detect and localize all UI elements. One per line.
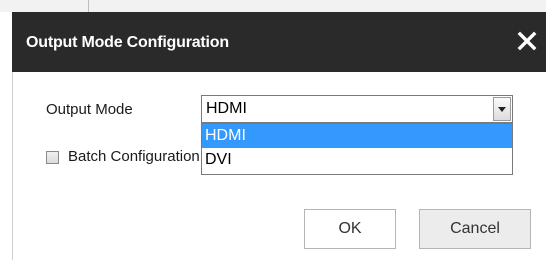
background-divider <box>88 0 89 12</box>
chevron-down-icon <box>498 107 506 112</box>
close-button[interactable] <box>516 30 538 52</box>
dialog-border <box>12 72 13 260</box>
option-dvi[interactable]: DVI <box>202 148 512 172</box>
background-window-edge <box>0 0 546 12</box>
ok-button[interactable]: OK <box>304 209 396 249</box>
output-mode-label: Output Mode <box>46 101 133 118</box>
dialog-titlebar: Output Mode Configuration <box>12 12 546 72</box>
batch-configuration-label: Batch Configuration <box>68 148 200 165</box>
cancel-button[interactable]: Cancel <box>419 209 531 249</box>
dialog-title: Output Mode Configuration <box>26 34 229 51</box>
output-mode-value: HDMI <box>206 100 247 117</box>
output-mode-dropdown-list: HDMI DVI <box>201 123 513 175</box>
close-x-icon <box>517 31 537 51</box>
option-hdmi[interactable]: HDMI <box>202 124 512 148</box>
batch-configuration-checkbox[interactable] <box>46 151 59 164</box>
output-mode-select[interactable]: HDMI <box>201 95 513 123</box>
output-mode-dialog: Output Mode Configuration Output Mode HD… <box>12 12 546 260</box>
page: Output Mode Configuration Output Mode HD… <box>0 0 546 260</box>
dropdown-arrow-button[interactable] <box>493 97 511 121</box>
